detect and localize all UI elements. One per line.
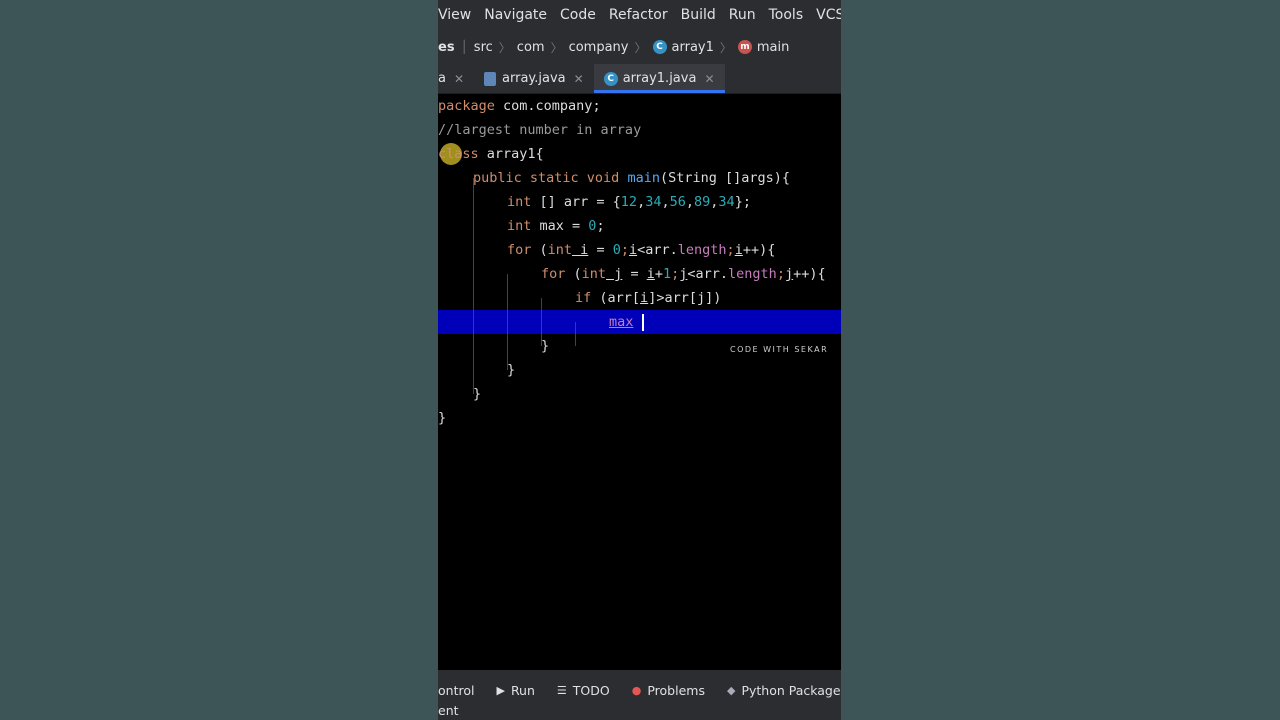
close-icon[interactable]: ✕ bbox=[704, 72, 714, 86]
tool-label: Run bbox=[510, 682, 535, 698]
indent-guide bbox=[575, 322, 576, 346]
menu-bar: View Navigate Code Refactor Build Run To… bbox=[438, 0, 841, 30]
tool-run[interactable]: ▶ Run bbox=[496, 683, 534, 698]
tool-todo[interactable]: ☰ TODO bbox=[557, 683, 610, 698]
tab-label: a bbox=[438, 71, 446, 86]
class-icon: C bbox=[652, 40, 667, 54]
tool-label: Python Packages bbox=[741, 682, 841, 698]
tool-problems[interactable]: ● Problems bbox=[632, 683, 705, 698]
tab-partial[interactable]: a ✕ bbox=[438, 64, 474, 93]
editor-tabs: a ✕ array.java ✕ C array1.java ✕ bbox=[438, 64, 841, 94]
code-line: } bbox=[541, 338, 550, 354]
code-line: for (int i = 0;i<arr.length;i++){ bbox=[507, 242, 776, 258]
tool-version-control[interactable]: ontrol bbox=[438, 683, 474, 698]
breadcrumb: es │ src 〉 com 〉 company 〉 Carray1 〉 m ma… bbox=[438, 32, 841, 62]
breadcrumb-separator-icon: 〉 bbox=[498, 40, 511, 55]
ide-window: View Navigate Code Refactor Build Run To… bbox=[438, 0, 841, 720]
code-line: int [] arr = {12,34,56,89,34}; bbox=[507, 194, 751, 210]
tab-array-java[interactable]: array.java ✕ bbox=[474, 64, 594, 93]
menu-run[interactable]: Run bbox=[729, 7, 756, 23]
tool-label: Problems bbox=[647, 682, 705, 698]
menu-vcs[interactable]: VCS bbox=[816, 7, 841, 23]
status-bar: ent bbox=[438, 703, 459, 718]
breadcrumb-class[interactable]: Carray1 bbox=[652, 39, 714, 55]
tab-label: array.java bbox=[502, 71, 566, 86]
menu-refactor[interactable]: Refactor bbox=[609, 7, 668, 23]
method-icon: m bbox=[737, 40, 752, 54]
menu-code[interactable]: Code bbox=[560, 7, 596, 23]
watermark: CODE WITH SEKAR bbox=[730, 345, 829, 354]
indent-guide bbox=[473, 178, 474, 394]
breadcrumb-src[interactable]: src bbox=[474, 40, 493, 55]
tool-window-bar: ontrol ▶ Run ☰ TODO ● Problems ◆ Python Pack… bbox=[438, 678, 841, 702]
code-line-current: max bbox=[609, 310, 644, 334]
breadcrumb-separator-icon: 〉 bbox=[719, 40, 732, 55]
tool-label: ontrol bbox=[438, 682, 475, 698]
breadcrumb-separator-icon: 〉 bbox=[550, 40, 563, 55]
code-line: for (int j = i+1;j<arr.length;j++){ bbox=[541, 266, 826, 282]
code-editor[interactable]: package com.company; //largest number in… bbox=[438, 94, 841, 670]
class-icon: C bbox=[603, 71, 618, 86]
tool-python-packages[interactable]: ◆ Python Packages bbox=[727, 683, 841, 698]
tab-array1-java[interactable]: C array1.java ✕ bbox=[593, 64, 725, 93]
code-line: int max = 0; bbox=[507, 218, 605, 234]
code-line: //largest number in array bbox=[438, 122, 642, 138]
breadcrumb-project[interactable]: es bbox=[438, 40, 455, 55]
breadcrumb-method-label: main bbox=[756, 39, 790, 55]
java-file-icon bbox=[484, 71, 497, 86]
menu-view[interactable]: View bbox=[438, 7, 471, 23]
breadcrumb-com[interactable]: com bbox=[517, 40, 545, 55]
play-icon: ▶ bbox=[496, 683, 505, 697]
breadcrumb-separator-icon: 〉 bbox=[634, 40, 647, 55]
code-line: } bbox=[507, 362, 516, 378]
code-line: if (arr[i]>arr[j]) bbox=[575, 290, 722, 306]
tab-label: array1.java bbox=[622, 71, 697, 86]
code-line: class array1{ bbox=[438, 146, 544, 162]
code-line: public static void main(String []args){ bbox=[473, 170, 790, 186]
close-icon[interactable]: ✕ bbox=[454, 72, 464, 86]
tool-label: TODO bbox=[572, 682, 610, 698]
breadcrumb-separator-icon: │ bbox=[460, 40, 468, 54]
code-line: } bbox=[438, 410, 447, 426]
error-icon: ● bbox=[631, 683, 642, 697]
breadcrumb-class-label: array1 bbox=[671, 39, 714, 55]
code-line: package com.company; bbox=[438, 98, 601, 114]
menu-tools[interactable]: Tools bbox=[769, 7, 804, 23]
menu-build[interactable]: Build bbox=[681, 7, 716, 23]
layers-icon: ◆ bbox=[726, 683, 736, 697]
breadcrumb-company[interactable]: company bbox=[569, 40, 629, 55]
breadcrumb-method[interactable]: m main bbox=[737, 39, 790, 55]
code-line: } bbox=[473, 386, 482, 402]
indent-guide bbox=[507, 274, 508, 370]
text-caret bbox=[641, 313, 644, 331]
close-icon[interactable]: ✕ bbox=[574, 72, 584, 86]
menu-navigate[interactable]: Navigate bbox=[484, 7, 547, 23]
list-icon: ☰ bbox=[556, 683, 567, 697]
